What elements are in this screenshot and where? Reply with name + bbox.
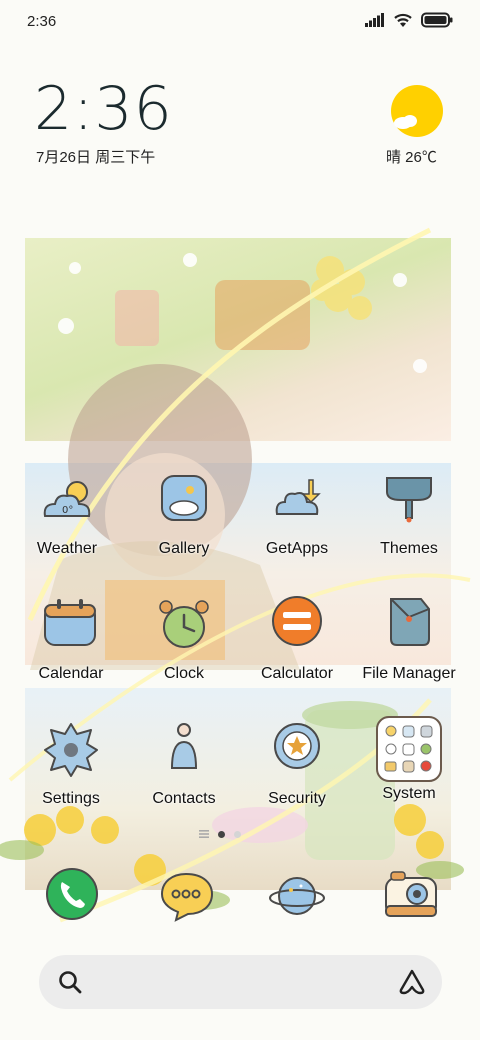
weather-icon: 0° <box>43 481 91 517</box>
app-label-themes: Themes <box>380 540 438 557</box>
file-manager-icon <box>390 598 430 646</box>
security-icon <box>274 723 320 769</box>
gallery-icon <box>161 475 207 521</box>
assistant-icon[interactable] <box>398 968 426 996</box>
app-label-calendar: Calendar <box>38 665 104 682</box>
clock-widget-date[interactable]: 7月26日 周三下午 <box>36 146 155 167</box>
app-system-folder[interactable]: System <box>349 715 469 803</box>
search-bar[interactable] <box>39 955 442 1009</box>
app-label-file-manager: File Manager <box>362 665 456 682</box>
app-label-getapps: GetApps <box>265 540 329 557</box>
status-bar: 2:36 <box>0 0 480 42</box>
clock-widget-time[interactable]: 2:36 <box>34 74 173 144</box>
app-label-settings: Settings <box>42 790 100 807</box>
getapps-icon <box>275 479 321 515</box>
page-indicator[interactable] <box>199 830 241 838</box>
search-icon[interactable] <box>57 969 83 995</box>
app-file-manager[interactable]: File Manager <box>349 595 469 683</box>
page-dot[interactable] <box>234 830 241 838</box>
app-label-gallery: Gallery <box>158 540 210 557</box>
sunny-weather-icon[interactable] <box>390 84 444 138</box>
wallpaper-panel-top <box>25 238 451 441</box>
app-clock[interactable]: Clock <box>124 595 244 683</box>
app-getapps[interactable]: GetApps <box>237 470 357 558</box>
app-label-security: Security <box>268 790 326 807</box>
page-list-icon[interactable] <box>199 830 209 838</box>
weather-icon-temp: 0° <box>62 505 73 516</box>
app-calendar[interactable]: Calendar <box>11 595 131 683</box>
battery-icon <box>421 12 453 28</box>
themes-icon <box>386 477 432 523</box>
app-label-calculator: Calculator <box>260 665 334 682</box>
app-security[interactable]: Security <box>237 720 357 808</box>
app-label-contacts: Contacts <box>152 790 216 807</box>
calendar-icon <box>44 599 96 646</box>
page-dot-active[interactable] <box>218 830 225 838</box>
clock-icon <box>159 600 209 648</box>
phone-icon[interactable] <box>44 866 100 922</box>
app-label-weather: Weather <box>36 540 98 557</box>
app-weather[interactable]: 0° Weather <box>7 470 127 558</box>
app-calculator[interactable]: Calculator <box>237 595 357 683</box>
app-gallery[interactable]: Gallery <box>124 470 244 558</box>
app-label-system: System <box>382 785 436 802</box>
app-contacts[interactable]: Contacts <box>124 720 244 808</box>
contacts-icon <box>170 723 198 769</box>
settings-icon <box>44 723 98 777</box>
browser-icon[interactable] <box>269 868 325 924</box>
app-settings[interactable]: Settings <box>11 720 131 808</box>
app-label-clock: Clock <box>163 665 204 682</box>
system-folder-icon <box>376 716 442 782</box>
status-time: 2:36 <box>27 13 57 30</box>
camera-icon[interactable] <box>383 868 439 924</box>
messages-icon[interactable] <box>158 868 214 924</box>
app-themes[interactable]: Themes <box>349 470 469 558</box>
calculator-icon <box>272 596 322 646</box>
wifi-icon <box>394 13 412 27</box>
weather-widget-temp[interactable]: 晴 26℃ <box>386 146 437 167</box>
signal-icon <box>365 13 384 27</box>
